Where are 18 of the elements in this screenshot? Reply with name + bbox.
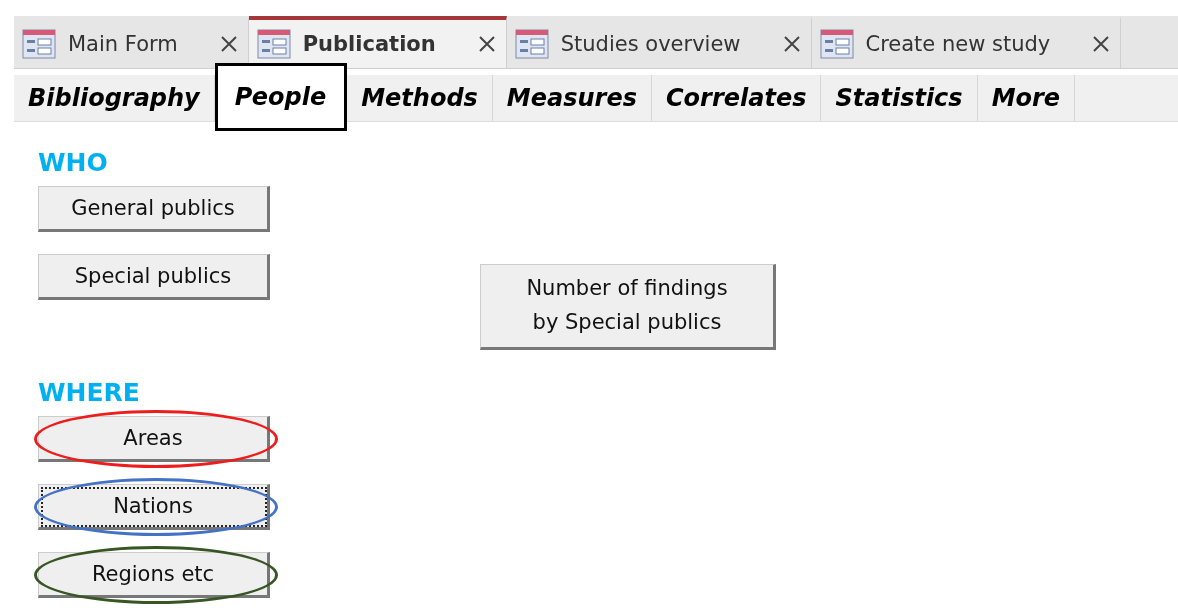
classification-button[interactable]: Special publics	[38, 254, 270, 300]
close-icon[interactable]	[477, 35, 496, 53]
section-heading: WHO	[38, 148, 109, 179]
findings-button[interactable]: Number of findings by Special publics	[480, 264, 776, 350]
form-icon	[256, 29, 291, 59]
close-icon[interactable]	[782, 35, 801, 53]
document-tab[interactable]: Publication	[248, 16, 507, 68]
close-icon[interactable]	[219, 35, 238, 53]
classification-button[interactable]: Nations	[38, 484, 270, 530]
classification-button[interactable]: Regions etc	[38, 552, 270, 598]
close-icon[interactable]	[1092, 35, 1111, 53]
classification-button[interactable]: General publics	[38, 186, 270, 232]
form-icon	[22, 29, 56, 59]
form-icon	[514, 29, 549, 59]
form-tab[interactable]: People	[214, 63, 348, 131]
classification-button[interactable]: Areas	[38, 416, 270, 462]
form-icon	[819, 29, 854, 59]
section-heading: WHERE	[38, 378, 141, 409]
